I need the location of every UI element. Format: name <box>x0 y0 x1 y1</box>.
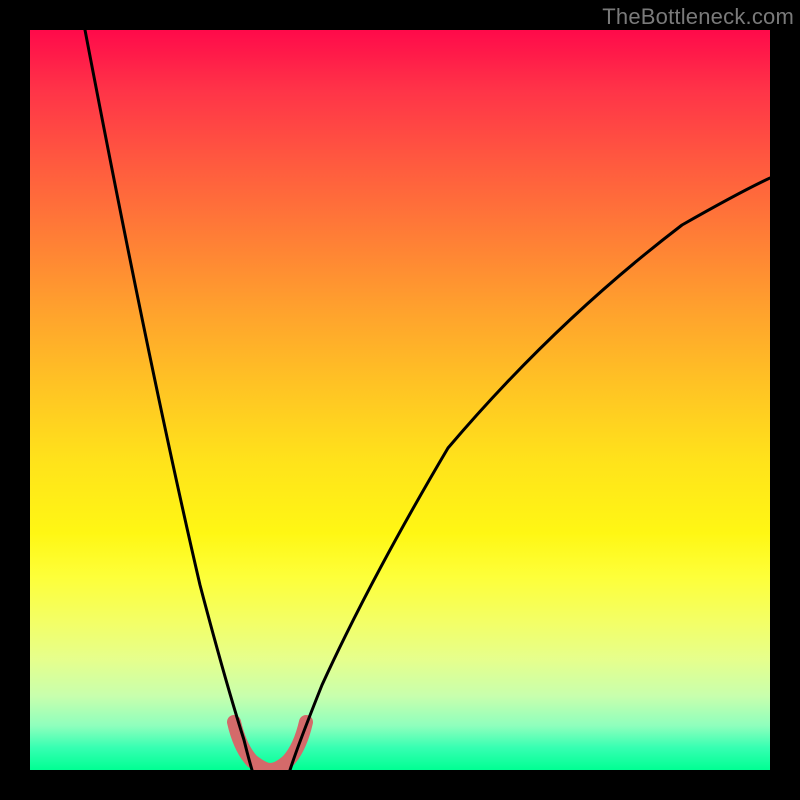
watermark-text: TheBottleneck.com <box>602 4 794 30</box>
left-arm <box>85 30 252 770</box>
right-arm <box>290 178 770 770</box>
curve-layer <box>30 30 770 770</box>
plot-area <box>30 30 770 770</box>
